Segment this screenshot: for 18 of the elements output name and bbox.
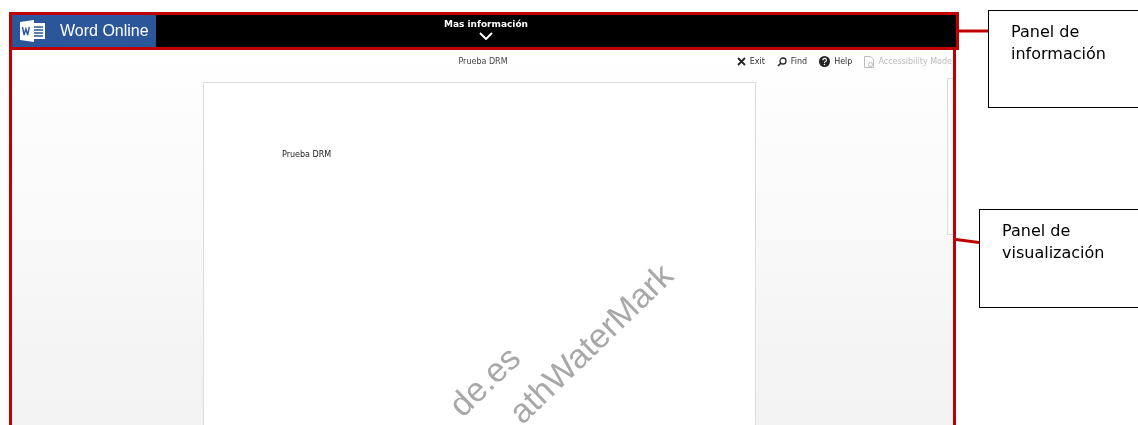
toolbar-button[interactable]: Exit: [736, 55, 765, 68]
document-text: Prueba DRM: [282, 150, 332, 159]
more-info-label[interactable]: Mas información: [444, 19, 528, 29]
document-title: Prueba DRM: [458, 57, 508, 66]
search-icon: [776, 56, 787, 67]
callout-label: Panel de información: [988, 10, 1138, 108]
document-icon: [864, 55, 875, 68]
scrollbar[interactable]: [947, 78, 955, 235]
leader-line: [959, 29, 988, 33]
app-title: Word Online: [60, 21, 149, 40]
close-icon: [736, 57, 746, 66]
toolbar-button[interactable]: Help: [819, 55, 853, 68]
help-icon: [819, 56, 831, 67]
leader-line: [956, 238, 979, 244]
word-logo-icon: [20, 19, 46, 42]
chevron-down-icon[interactable]: [479, 32, 493, 40]
toolbar-button[interactable]: Find: [776, 55, 808, 68]
callout-label: Panel de visualización: [979, 209, 1138, 308]
